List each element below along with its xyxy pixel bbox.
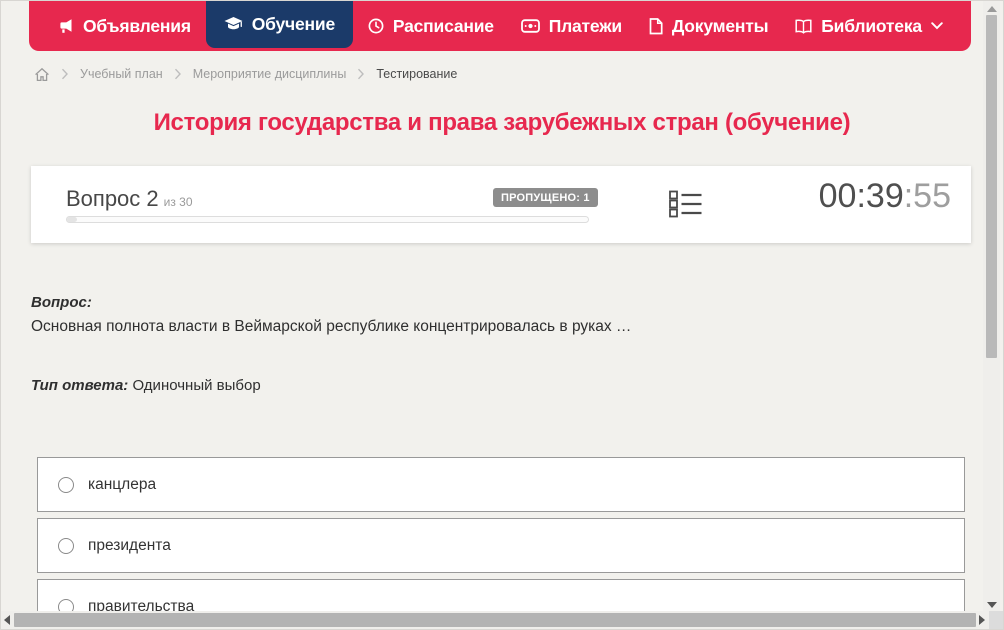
answer-type-label: Тип ответа: <box>31 377 129 394</box>
home-icon[interactable] <box>34 67 50 82</box>
question-card: Вопрос 2 из 30 ПРОПУЩЕНО: 1 00:39:55 <box>31 166 971 243</box>
answers-list: канцлера президента правительства <box>37 457 965 629</box>
timer-seconds: :55 <box>903 177 951 215</box>
timer-minutes: 00:39 <box>818 177 904 215</box>
nav-item-learning[interactable]: Обучение <box>205 1 353 48</box>
breadcrumb-item-discipline-event[interactable]: Мероприятие дисциплины <box>193 67 347 81</box>
top-navigation: Объявления Обучение Расписание Платежи Д… <box>29 1 971 51</box>
nav-item-payments[interactable]: Платежи <box>509 1 634 51</box>
chevron-right-icon <box>61 68 69 80</box>
radio-button[interactable] <box>58 537 74 554</box>
answer-type-value: Одиночный выбор <box>132 377 261 394</box>
skipped-badge: ПРОПУЩЕНО: 1 <box>493 188 598 207</box>
clock-icon <box>368 18 384 34</box>
breadcrumb-item-testing: Тестирование <box>376 67 458 81</box>
book-icon <box>795 18 812 34</box>
answer-option-kanclera[interactable]: канцлера <box>37 457 965 512</box>
scrollbar-corner <box>989 611 1003 629</box>
nav-item-announcements[interactable]: Объявления <box>45 1 203 51</box>
nav-item-label: Документы <box>671 15 769 36</box>
nav-item-documents[interactable]: Документы <box>637 1 781 51</box>
chevron-right-icon <box>174 68 182 80</box>
scroll-left-arrow-icon[interactable] <box>4 615 10 625</box>
breadcrumb-item-study-plan[interactable]: Учебный план <box>80 67 163 81</box>
vertical-scrollbar-thumb[interactable] <box>986 15 997 358</box>
chevron-right-icon <box>357 68 365 80</box>
question-total-label: из 30 <box>163 195 193 209</box>
progress-bar <box>66 216 589 223</box>
answer-label: канцлера <box>88 475 157 493</box>
scroll-right-arrow-icon[interactable] <box>979 615 985 625</box>
question-list-icon[interactable] <box>669 190 703 221</box>
answer-label: президента <box>88 536 171 554</box>
nav-item-label: Платежи <box>548 15 622 36</box>
question-text: Основная полнота власти в Веймарской рес… <box>31 318 632 335</box>
nav-item-label: Обучение <box>251 14 335 34</box>
vertical-scrollbar[interactable] <box>983 1 1000 613</box>
radio-button[interactable] <box>58 476 74 493</box>
document-icon <box>649 17 663 35</box>
horizontal-scrollbar-thumb[interactable] <box>14 613 976 627</box>
chevron-down-icon <box>931 22 943 30</box>
graduation-cap-icon <box>224 17 243 32</box>
breadcrumb: Учебный план Мероприятие дисциплины Тест… <box>34 65 1003 83</box>
nav-item-label: Расписание <box>392 15 494 36</box>
megaphone-icon <box>57 18 74 34</box>
nav-item-library[interactable]: Библиотека <box>783 1 955 51</box>
question-number-label: Вопрос 2 <box>66 186 159 211</box>
answer-option-prezidenta[interactable]: президента <box>37 518 965 573</box>
question-number: Вопрос 2 из 30 <box>66 186 193 212</box>
payment-card-icon <box>520 19 540 33</box>
question-label: Вопрос: <box>31 294 92 311</box>
nav-item-label: Объявления <box>83 15 191 36</box>
timer: 00:39:55 <box>819 177 951 216</box>
scroll-down-arrow-icon[interactable] <box>987 602 997 608</box>
answer-type-row: Тип ответа: Одиночный выбор <box>31 377 1003 394</box>
scroll-up-arrow-icon[interactable] <box>987 6 997 12</box>
nav-item-schedule[interactable]: Расписание <box>356 1 506 51</box>
page-title: История государства и права зарубежных с… <box>153 109 851 136</box>
nav-item-label: Библиотека <box>821 15 922 36</box>
app-screen: Объявления Обучение Расписание Платежи Д… <box>0 0 1004 630</box>
horizontal-scrollbar[interactable] <box>1 611 991 629</box>
progress-bar-fill <box>67 217 78 222</box>
